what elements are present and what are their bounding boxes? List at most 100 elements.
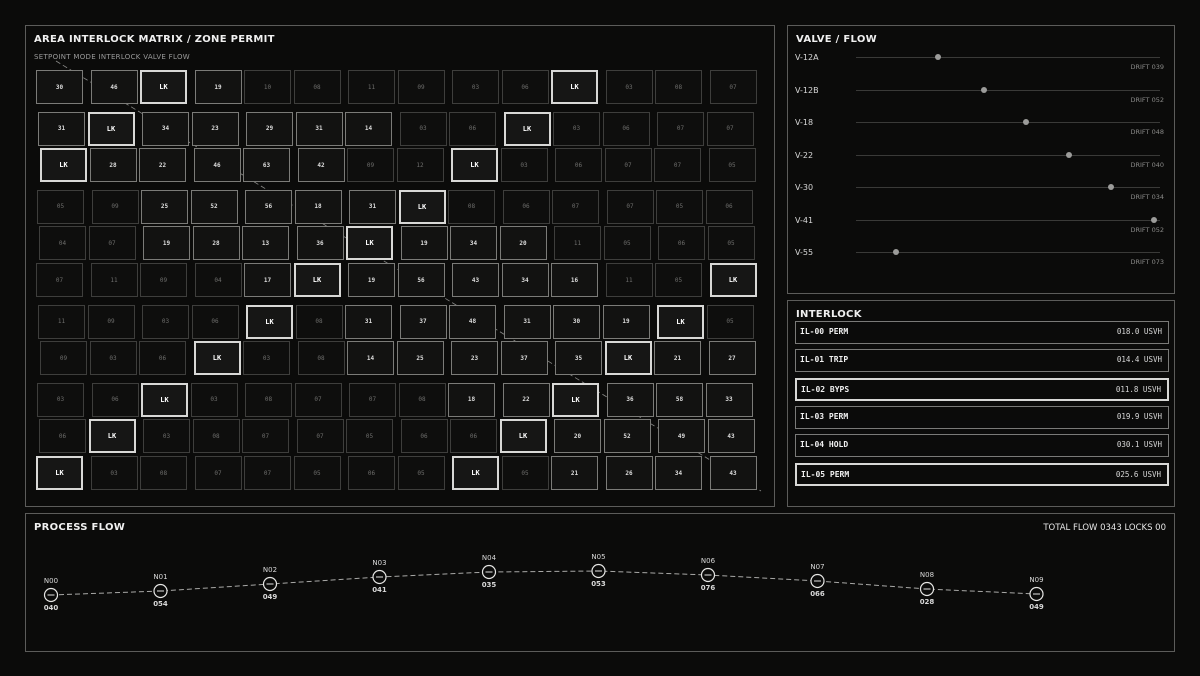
matrix-cell[interactable]: 42	[297, 148, 345, 183]
valve-position-marker[interactable]	[1065, 151, 1072, 158]
matrix-cell[interactable]: 21	[551, 456, 598, 490]
valve-position-marker[interactable]	[1023, 119, 1030, 125]
matrix-cell[interactable]: 07	[36, 263, 83, 297]
matrix-cell[interactable]: 08	[245, 382, 292, 417]
valve-position-marker[interactable]	[980, 86, 987, 93]
matrix-cell[interactable]: 06	[348, 456, 395, 490]
matrix-cell[interactable]: 31	[295, 111, 343, 146]
matrix-cell[interactable]: 03	[399, 111, 447, 146]
valve-row[interactable]: V-22 DRIFT 040	[788, 151, 1176, 181]
matrix-cell[interactable]: 20	[499, 226, 547, 261]
matrix-cell[interactable]: 23	[451, 341, 498, 376]
matrix-cell[interactable]: 10	[244, 70, 291, 104]
matrix-cell[interactable]: 05	[293, 456, 341, 490]
matrix-cell[interactable]: 52	[190, 189, 238, 224]
matrix-cell[interactable]: 06	[501, 70, 549, 104]
matrix-cell[interactable]: 06	[91, 382, 139, 417]
valve-row[interactable]: V-55 DRIFT 073	[788, 248, 1176, 278]
matrix-cell[interactable]: 13	[242, 226, 289, 261]
matrix-cell[interactable]: 20	[554, 419, 601, 454]
matrix-cell[interactable]: 18	[448, 382, 495, 417]
matrix-cell[interactable]: 03	[452, 70, 499, 104]
valve-row[interactable]: V-30 DRIFT 034	[788, 183, 1176, 213]
matrix-cell[interactable]: 25	[141, 189, 188, 224]
matrix-cell[interactable]: 08	[140, 456, 187, 490]
matrix-cell[interactable]: 03	[553, 111, 600, 146]
matrix-cell[interactable]: 09	[87, 304, 135, 339]
matrix-cell[interactable]: 36	[296, 226, 344, 261]
matrix-cell[interactable]: 29	[246, 111, 293, 146]
matrix-cell-locked[interactable]: LK	[88, 419, 136, 454]
matrix-cell[interactable]: 03	[500, 148, 548, 183]
matrix-cell[interactable]: 36	[606, 382, 654, 417]
matrix-cell[interactable]: 34	[142, 111, 189, 146]
matrix-cell[interactable]: 03	[37, 382, 84, 417]
matrix-cell[interactable]: 07	[296, 419, 344, 454]
matrix-cell[interactable]: 30	[553, 304, 600, 339]
matrix-cell[interactable]: 07	[604, 148, 652, 183]
matrix-cell[interactable]: 58	[656, 382, 703, 417]
matrix-cell-locked[interactable]: LK	[36, 456, 83, 490]
matrix-cell[interactable]: 19	[348, 263, 395, 297]
matrix-cell[interactable]: 07	[294, 382, 342, 417]
matrix-cell[interactable]: 05	[397, 456, 445, 490]
matrix-cell[interactable]: 22	[139, 148, 186, 183]
matrix-cell[interactable]: 63	[243, 148, 290, 183]
matrix-cell[interactable]: 05	[706, 304, 754, 339]
matrix-cell[interactable]: 46	[90, 70, 138, 104]
matrix-cell[interactable]: 07	[706, 111, 754, 146]
valve-position-marker[interactable]	[892, 249, 899, 255]
matrix-cell[interactable]: 06	[602, 111, 650, 146]
valve-row[interactable]: V-12A DRIFT 039	[788, 53, 1176, 83]
valve-row[interactable]: V-18 DRIFT 048	[788, 118, 1176, 148]
matrix-cell[interactable]: 06	[191, 304, 239, 339]
matrix-cell[interactable]: 07	[242, 419, 289, 454]
matrix-cell[interactable]: 17	[244, 263, 291, 297]
matrix-cell[interactable]: 11	[605, 263, 653, 297]
matrix-cell[interactable]: 03	[243, 341, 290, 376]
valve-position-marker[interactable]	[1108, 184, 1115, 190]
matrix-cell[interactable]: 06	[450, 419, 497, 454]
matrix-cell[interactable]: 03	[143, 419, 190, 454]
interlock-row[interactable]: IL-00 PERM 018.0 USVH	[795, 321, 1169, 344]
matrix-cell[interactable]: 05	[603, 226, 651, 261]
matrix-cell[interactable]: 06	[705, 189, 753, 224]
matrix-cell[interactable]: 06	[658, 226, 705, 261]
matrix-cell[interactable]: 04	[194, 263, 242, 297]
matrix-cell[interactable]: 09	[140, 263, 187, 297]
matrix-cell[interactable]: 05	[37, 189, 84, 224]
matrix-cell[interactable]: 11	[90, 263, 138, 297]
matrix-cell-locked[interactable]: LK	[293, 263, 341, 297]
valve-position-marker[interactable]	[935, 54, 942, 60]
matrix-cell[interactable]: 37	[500, 341, 548, 376]
matrix-cell-locked[interactable]: LK	[551, 70, 598, 104]
matrix-cell[interactable]: 06	[502, 189, 550, 224]
matrix-cell[interactable]: 08	[297, 341, 345, 376]
matrix-cell[interactable]: 31	[349, 189, 396, 224]
matrix-cell[interactable]: 08	[293, 70, 341, 104]
matrix-cell[interactable]: 43	[452, 263, 499, 297]
matrix-cell[interactable]: 12	[396, 148, 444, 183]
matrix-cell-locked[interactable]: LK	[499, 419, 547, 454]
matrix-cell[interactable]: 33	[705, 382, 753, 417]
matrix-cell[interactable]: 25	[396, 341, 444, 376]
matrix-cell-locked[interactable]: LK	[40, 148, 87, 183]
valve-position-marker[interactable]	[1150, 216, 1157, 223]
matrix-cell[interactable]: 49	[658, 419, 705, 454]
matrix-cell[interactable]: 08	[398, 382, 446, 417]
matrix-cell[interactable]: 19	[602, 304, 650, 339]
matrix-cell-locked[interactable]: LK	[552, 382, 599, 417]
matrix-cell[interactable]: 06	[555, 148, 602, 183]
matrix-cell-locked[interactable]: LK	[452, 456, 499, 490]
matrix-cell[interactable]: 22	[502, 382, 550, 417]
matrix-cell[interactable]: 23	[191, 111, 239, 146]
interlock-row[interactable]: IL-04 HOLD 030.1 USVH	[795, 434, 1169, 458]
matrix-cell[interactable]: 14	[345, 111, 392, 146]
matrix-cell[interactable]: 08	[655, 70, 702, 104]
matrix-cell[interactable]: 52	[603, 419, 651, 454]
matrix-cell[interactable]: 05	[655, 263, 702, 297]
matrix-cell[interactable]: 06	[139, 341, 186, 376]
valve-row[interactable]: V-41 DRIFT 052	[788, 216, 1176, 246]
matrix-cell-locked[interactable]: LK	[87, 111, 135, 146]
matrix-cell-locked[interactable]: LK	[193, 341, 241, 376]
